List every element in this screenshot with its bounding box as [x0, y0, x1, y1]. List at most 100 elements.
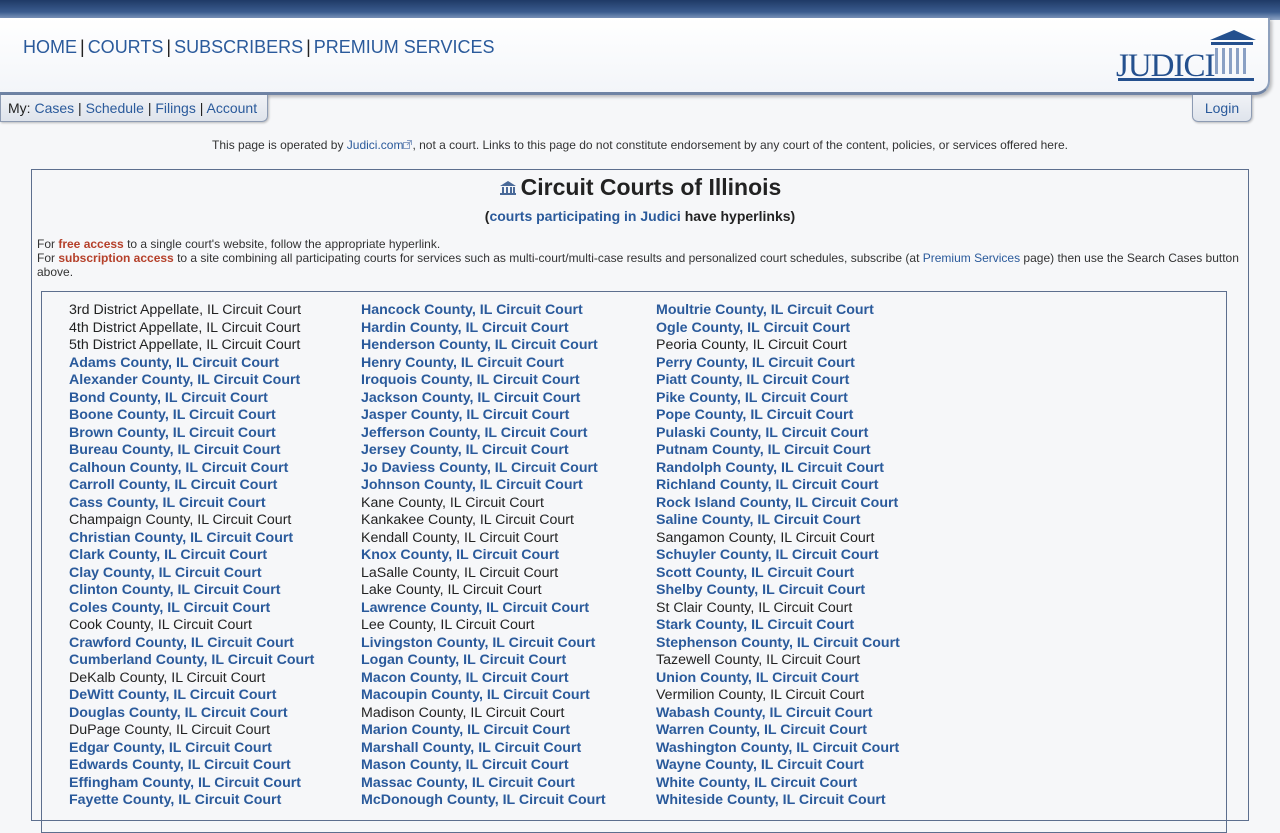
court-link[interactable]: Massac County, IL Circuit Court	[361, 775, 606, 793]
court-link[interactable]: Marshall County, IL Circuit Court	[361, 740, 606, 758]
court-link[interactable]: Iroquois County, IL Circuit Court	[361, 372, 606, 390]
court-link[interactable]: Douglas County, IL Circuit Court	[69, 705, 314, 723]
court-link[interactable]: Coles County, IL Circuit Court	[69, 600, 314, 618]
court-link[interactable]: Edwards County, IL Circuit Court	[69, 757, 314, 775]
court-link[interactable]: Logan County, IL Circuit Court	[361, 652, 606, 670]
court-link[interactable]: White County, IL Circuit Court	[656, 775, 900, 793]
court-link[interactable]: Perry County, IL Circuit Court	[656, 355, 900, 373]
info-text: to a single court's website, follow the …	[123, 237, 441, 251]
court-link[interactable]: Effingham County, IL Circuit Court	[69, 775, 314, 793]
court-link[interactable]: Christian County, IL Circuit Court	[69, 530, 314, 548]
disclaimer-before: This page is operated by	[212, 138, 347, 152]
court-link[interactable]: Wabash County, IL Circuit Court	[656, 705, 900, 723]
court-link[interactable]: Henry County, IL Circuit Court	[361, 355, 606, 373]
court-link[interactable]: Stephenson County, IL Circuit Court	[656, 635, 900, 653]
free-access-line: For free access to a single court's webs…	[37, 237, 1245, 251]
subscription-access-line: For subscription access to a site combin…	[37, 251, 1245, 279]
my-account-link[interactable]: Account	[207, 100, 258, 116]
court-link[interactable]: DeWitt County, IL Circuit Court	[69, 687, 314, 705]
court-link[interactable]: Jo Daviess County, IL Circuit Court	[361, 460, 606, 478]
disclaimer-after: , not a court. Links to this page do not…	[412, 138, 1068, 152]
login-button[interactable]: Login	[1192, 95, 1252, 122]
court-link[interactable]: Macon County, IL Circuit Court	[361, 670, 606, 688]
court-link[interactable]: Wayne County, IL Circuit Court	[656, 757, 900, 775]
court-link[interactable]: Edgar County, IL Circuit Court	[69, 740, 314, 758]
main-nav: HOME | COURTS | SUBSCRIBERS | PREMIUM SERVICES	[23, 37, 495, 58]
court-link[interactable]: Shelby County, IL Circuit Court	[656, 582, 900, 600]
court-link[interactable]: Ogle County, IL Circuit Court	[656, 320, 900, 338]
court-name: DuPage County, IL Circuit Court	[69, 722, 271, 738]
court-link[interactable]: Randolph County, IL Circuit Court	[656, 460, 900, 478]
court-link[interactable]: McDonough County, IL Circuit Court	[361, 792, 606, 810]
court-link[interactable]: Whiteside County, IL Circuit Court	[656, 792, 900, 810]
judici-logo[interactable]: JUDICI	[1116, 30, 1256, 86]
court-name: Vermilion County, IL Circuit Court	[656, 687, 865, 703]
court-link[interactable]: Stark County, IL Circuit Court	[656, 617, 900, 635]
court-link[interactable]: Jefferson County, IL Circuit Court	[361, 425, 606, 443]
court-name: DeKalb County, IL Circuit Court	[69, 669, 266, 686]
court-link[interactable]: Fayette County, IL Circuit Court	[69, 792, 314, 810]
court-link[interactable]: Clay County, IL Circuit Court	[69, 565, 314, 583]
participating-courts-link[interactable]: courts participating in Judici	[489, 208, 680, 224]
court-link[interactable]: Bond County, IL Circuit Court	[69, 390, 314, 408]
court-link[interactable]: Mason County, IL Circuit Court	[361, 757, 606, 775]
court-link[interactable]: Henderson County, IL Circuit Court	[361, 337, 606, 355]
court-link[interactable]: Clinton County, IL Circuit Court	[69, 582, 314, 600]
court-link[interactable]: Pike County, IL Circuit Court	[656, 390, 900, 408]
court-link[interactable]: Moultrie County, IL Circuit Court	[656, 302, 900, 320]
court-name: 3rd District Appellate, IL Circuit Court	[69, 302, 302, 318]
nav-home-link[interactable]: HOME	[23, 37, 77, 57]
court-link[interactable]: Cass County, IL Circuit Court	[69, 495, 314, 513]
my-cases-link[interactable]: Cases	[34, 100, 74, 116]
court-link[interactable]: Piatt County, IL Circuit Court	[656, 372, 900, 390]
court-link[interactable]: Crawford County, IL Circuit Court	[69, 635, 314, 653]
court-name: Tazewell County, IL Circuit Court	[656, 652, 861, 668]
court-link[interactable]: Marion County, IL Circuit Court	[361, 722, 606, 740]
court-link[interactable]: Clark County, IL Circuit Court	[69, 547, 314, 565]
court-link[interactable]: Brown County, IL Circuit Court	[69, 425, 314, 443]
court-link[interactable]: Pulaski County, IL Circuit Court	[656, 425, 900, 443]
court-link[interactable]: Calhoun County, IL Circuit Court	[69, 460, 314, 478]
court-link[interactable]: Pope County, IL Circuit Court	[656, 407, 900, 425]
court-link[interactable]: Livingston County, IL Circuit Court	[361, 635, 606, 653]
court-link[interactable]: Boone County, IL Circuit Court	[69, 407, 314, 425]
top-gradient-band	[0, 0, 1280, 20]
court-link[interactable]: Adams County, IL Circuit Court	[69, 355, 314, 373]
court-link[interactable]: Cumberland County, IL Circuit Court	[69, 652, 314, 670]
nav-subscribers-link[interactable]: SUBSCRIBERS	[174, 37, 303, 57]
nav-premium-services-link[interactable]: PREMIUM SERVICES	[314, 37, 495, 57]
court-link[interactable]: Macoupin County, IL Circuit Court	[361, 687, 606, 705]
nav-courts-link[interactable]: COURTS	[88, 37, 164, 57]
court-name: Peoria County, IL Circuit Court	[656, 337, 847, 353]
courts-column-3: Moultrie County, IL Circuit Court Ogle Co…	[656, 302, 900, 810]
judici-com-link[interactable]: Judici.com	[347, 138, 404, 152]
court-link[interactable]: Hardin County, IL Circuit Court	[361, 320, 606, 338]
subscription-access-label: subscription access	[58, 251, 174, 265]
page-title-text: Circuit Courts of Illinois	[520, 174, 782, 200]
court-link[interactable]: Alexander County, IL Circuit Court	[69, 372, 314, 390]
court-link[interactable]: Schuyler County, IL Circuit Court	[656, 547, 900, 565]
disclaimer-text: This page is operated by Judici.com , not…	[0, 138, 1280, 152]
court-link[interactable]: Scott County, IL Circuit Court	[656, 565, 900, 583]
court-link[interactable]: Union County, IL Circuit Court	[656, 670, 900, 688]
court-link[interactable]: Carroll County, IL Circuit Court	[69, 477, 314, 495]
logo-text: JUDICI	[1116, 48, 1215, 84]
court-link[interactable]: Jersey County, IL Circuit Court	[361, 442, 606, 460]
court-link[interactable]: Hancock County, IL Circuit Court	[361, 302, 606, 320]
my-filings-link[interactable]: Filings	[155, 100, 195, 116]
court-link[interactable]: Knox County, IL Circuit Court	[361, 547, 606, 565]
court-link[interactable]: Johnson County, IL Circuit Court	[361, 477, 606, 495]
court-link[interactable]: Jasper County, IL Circuit Court	[361, 407, 606, 425]
court-link[interactable]: Richland County, IL Circuit Court	[656, 477, 900, 495]
my-label: My:	[8, 100, 31, 116]
court-link[interactable]: Warren County, IL Circuit Court	[656, 722, 900, 740]
court-link[interactable]: Washington County, IL Circuit Court	[656, 740, 900, 758]
court-link[interactable]: Putnam County, IL Circuit Court	[656, 442, 900, 460]
premium-services-link[interactable]: Premium Services	[923, 251, 1020, 265]
my-schedule-link[interactable]: Schedule	[86, 100, 144, 116]
court-link[interactable]: Lawrence County, IL Circuit Court	[361, 600, 606, 618]
court-link[interactable]: Bureau County, IL Circuit Court	[69, 442, 314, 460]
court-link[interactable]: Saline County, IL Circuit Court	[656, 512, 900, 530]
court-link[interactable]: Jackson County, IL Circuit Court	[361, 390, 606, 408]
court-link[interactable]: Rock Island County, IL Circuit Court	[656, 495, 900, 513]
